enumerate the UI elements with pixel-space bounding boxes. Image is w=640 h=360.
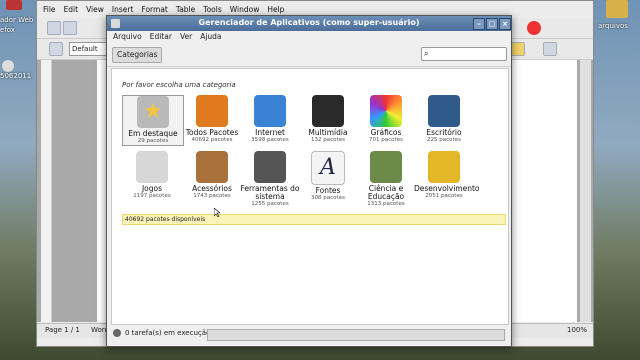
category-label: Gráficos [370,128,402,137]
category-label: Ciência e Educação [367,184,405,201]
calculator-icon [196,151,228,183]
category-count: 3598 pacotes [251,137,289,143]
category-games[interactable]: Jogos 1197 pacotes [122,151,182,200]
menu-edit[interactable]: Edit [64,5,79,17]
search-icon: ⌕ [424,49,429,58]
category-graphics[interactable]: Gráficos 701 pacotes [356,95,416,144]
category-count: 701 pacotes [369,137,403,143]
category-count: 1255 pacotes [251,201,289,207]
lifebuoy-icon[interactable] [527,21,541,35]
category-count: 1743 pacotes [193,193,231,199]
search-input[interactable]: ⌕ [421,47,507,61]
category-label: Em destaque [128,129,178,138]
vertical-scrollbar[interactable] [580,60,591,322]
package-icon [196,95,228,127]
open-icon[interactable] [63,21,77,35]
packages-available-banner: 40692 pacotes disponíveis [122,214,506,225]
dialog-statusbar: 0 tarefa(s) em execução [111,326,507,342]
minimize-icon[interactable]: – [473,18,485,30]
progress-bar [207,329,505,341]
category-development[interactable]: Desenvolvimento 2051 pacotes [414,151,480,200]
category-count: 1313 pacotes [367,201,405,207]
mouse-cursor [214,208,220,217]
desktop-right: arquivos [592,0,640,360]
star-icon: ★ [137,96,169,128]
tasks-icon [113,329,121,337]
desktop-label[interactable]: efox [0,26,15,34]
category-label: Jogos [141,184,163,193]
new-document-icon[interactable] [47,21,61,35]
categories-button[interactable]: Categorias [112,47,163,63]
category-count: 1197 pacotes [133,193,171,199]
app-manager-dialog: Gerenciador de Aplicativos (como super-u… [106,15,512,347]
construction-icon [428,151,460,183]
category-count: 225 pacotes [427,137,461,143]
category-count: 29 pacotes [137,138,169,144]
close-icon[interactable]: × [499,18,511,30]
menu-ver[interactable]: Ver [180,32,192,43]
category-fonts[interactable]: A Fontes 308 pacotes [298,151,358,202]
menu-view[interactable]: View [86,5,104,17]
chalkboard-icon [370,151,402,183]
menu-file[interactable]: File [43,5,56,17]
globe-icon [254,95,286,127]
category-label: Desenvolvimento [414,184,480,193]
category-accessories[interactable]: Acessórios 1743 pacotes [182,151,242,200]
category-label: Escritório [426,128,462,137]
category-featured[interactable]: ★ Em destaque 29 pacotes [122,95,184,146]
category-office[interactable]: Escritório 225 pacotes [414,95,474,144]
category-system-tools[interactable]: Ferramentas do sistema 1255 pacotes [240,151,300,208]
category-label: Todos Pacotes [185,128,239,137]
category-all[interactable]: Todos Pacotes 40692 pacotes [182,95,242,144]
dialog-toolbar: Categorias ⌕ [107,44,511,67]
desktop-app-icon[interactable] [6,0,22,10]
category-count: 308 pacotes [311,195,345,201]
chart-icon [428,95,460,127]
font-icon: A [311,151,345,185]
menu-editar[interactable]: Editar [150,32,172,43]
desktop-label[interactable]: 5062011 [0,72,31,80]
tasks-status: 0 tarefa(s) em execução [125,329,211,337]
category-count: 132 pacotes [311,137,345,143]
category-multimedia[interactable]: Multimídia 132 pacotes [298,95,358,144]
category-internet[interactable]: Internet 3598 pacotes [240,95,300,144]
styles-icon[interactable] [49,42,63,56]
dialog-titlebar[interactable]: Gerenciador de Aplicativos (como super-u… [107,16,511,31]
maximize-icon[interactable]: □ [486,18,498,30]
category-label: Internet [255,128,285,137]
dialog-menubar: Arquivo Editar Ver Ajuda [107,32,517,43]
palette-icon [370,95,402,127]
category-count: 40692 pacotes [191,137,233,143]
vertical-ruler [41,60,52,322]
desktop-label[interactable]: ador Web [0,16,33,24]
page-indicator: Page 1 / 1 [45,326,80,334]
desktop-left: ador Web efox 5062011 [0,0,36,360]
category-prompt: Por favor escolha uma categoria [122,81,236,89]
menu-arquivo[interactable]: Arquivo [113,32,142,43]
desktop-label[interactable]: arquivos [598,22,628,30]
dialog-title: Gerenciador de Aplicativos (como super-u… [198,18,420,27]
category-label: Multimídia [308,128,348,137]
category-label: Ferramentas do sistema [240,184,300,201]
category-label: Fontes [315,186,341,195]
clapper-icon [312,95,344,127]
disc-icon[interactable] [2,60,14,72]
category-panel: Por favor escolha uma categoria ★ Em des… [111,68,509,325]
gamepad-icon [136,151,168,183]
bullets-icon[interactable] [543,42,557,56]
category-label: Acessórios [192,184,232,193]
category-science[interactable]: Ciência e Educação 1313 pacotes [356,151,416,208]
category-count: 2051 pacotes [425,193,463,199]
menu-ajuda[interactable]: Ajuda [200,32,221,43]
folder-icon[interactable] [606,0,628,18]
highlight-icon[interactable] [511,42,525,56]
zoom-level[interactable]: 100% [567,326,587,334]
gear-icon [254,151,286,183]
